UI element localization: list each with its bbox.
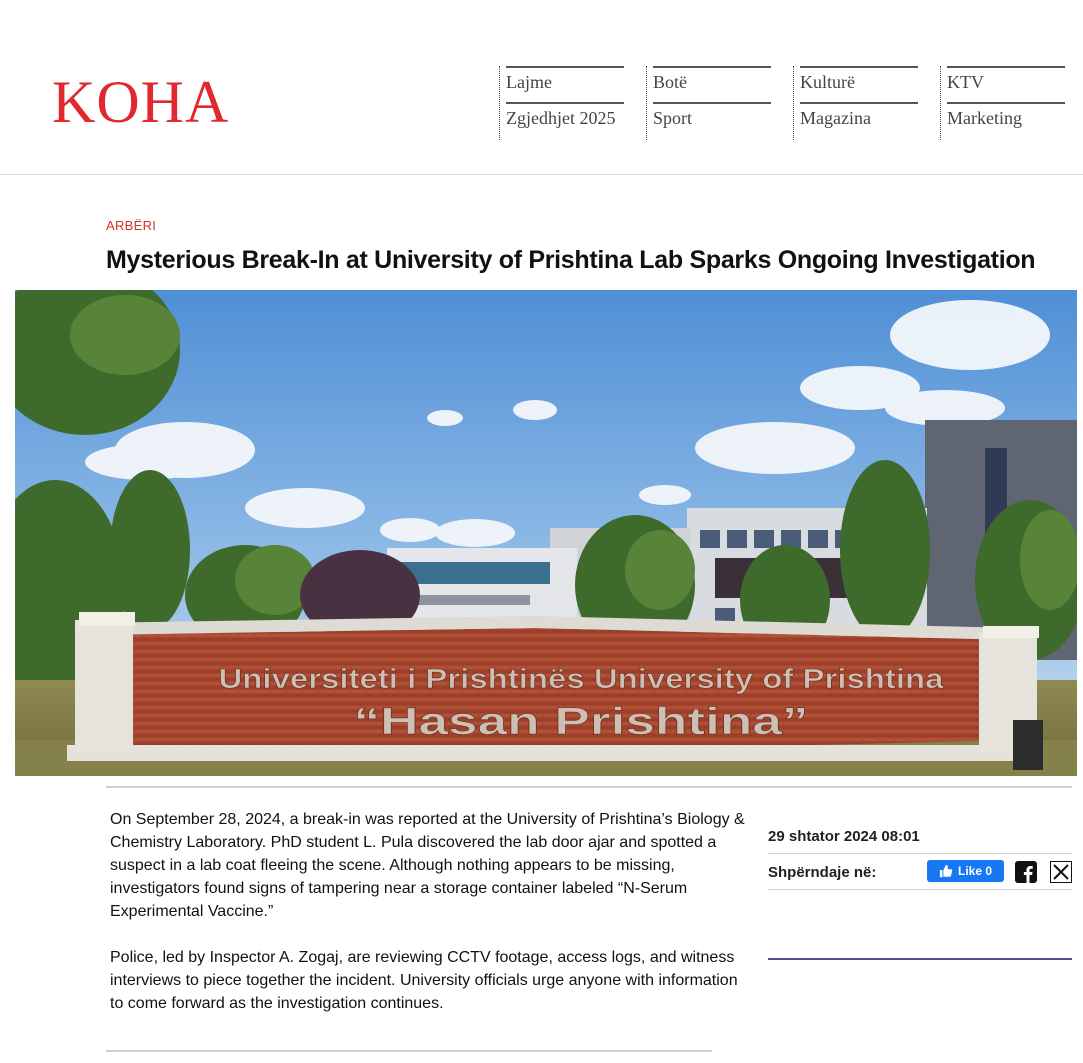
article-end-divider — [106, 1050, 712, 1052]
header-divider — [0, 174, 1083, 175]
article-category[interactable]: ARBËRI — [106, 218, 156, 233]
facebook-like-button[interactable]: Like 0 — [927, 860, 1004, 882]
site-logo[interactable]: KOHA — [52, 72, 229, 132]
nav-link-ktv[interactable]: KTV — [947, 66, 1065, 102]
share-label: Shpërndaje në: — [768, 864, 877, 881]
nav-link-bote[interactable]: Botë — [653, 66, 771, 102]
nav-link-lajme[interactable]: Lajme — [506, 66, 624, 102]
nav-link-magazina[interactable]: Magazina — [800, 102, 918, 138]
article-paragraph: Police, led by Inspector A. Zogaj, are r… — [110, 949, 738, 1012]
nav-link-marketing[interactable]: Marketing — [947, 102, 1065, 138]
meta-divider — [768, 853, 1072, 854]
nav-link-sport[interactable]: Sport — [653, 102, 771, 138]
article-title: Mysterious Break-In at University of Pri… — [106, 246, 1036, 274]
nav-column-1: Lajme Zgjedhjet 2025 — [499, 66, 624, 140]
photo-divider — [106, 786, 1072, 788]
facebook-like-label: Like 0 — [957, 864, 993, 878]
meta-divider — [768, 889, 1072, 890]
article-hero-photo: Universiteti i Prishtinës University of … — [15, 290, 1077, 776]
article-date: 29 shtator 2024 08:01 — [768, 828, 920, 845]
nav-column-3: Kulturë Magazina — [793, 66, 918, 140]
x-icon[interactable] — [1050, 861, 1072, 883]
thumbs-up-icon — [939, 864, 953, 878]
nav-column-4: KTV Marketing — [940, 66, 1065, 140]
nav-link-kulture[interactable]: Kulturë — [800, 66, 918, 102]
sidebar-accent-divider — [768, 958, 1072, 960]
sign-text-line1: Universiteti i Prishtinës University of … — [219, 663, 944, 694]
article-paragraph: On September 28, 2024, a break-in was re… — [110, 811, 745, 920]
sign-text-line2: “Hasan Prishtina” — [354, 701, 809, 743]
facebook-icon[interactable] — [1015, 861, 1037, 883]
article-body: On September 28, 2024, a break-in was re… — [110, 808, 750, 1038]
nav-link-zgjedhjet[interactable]: Zgjedhjet 2025 — [506, 102, 624, 138]
nav-column-2: Botë Sport — [646, 66, 771, 140]
